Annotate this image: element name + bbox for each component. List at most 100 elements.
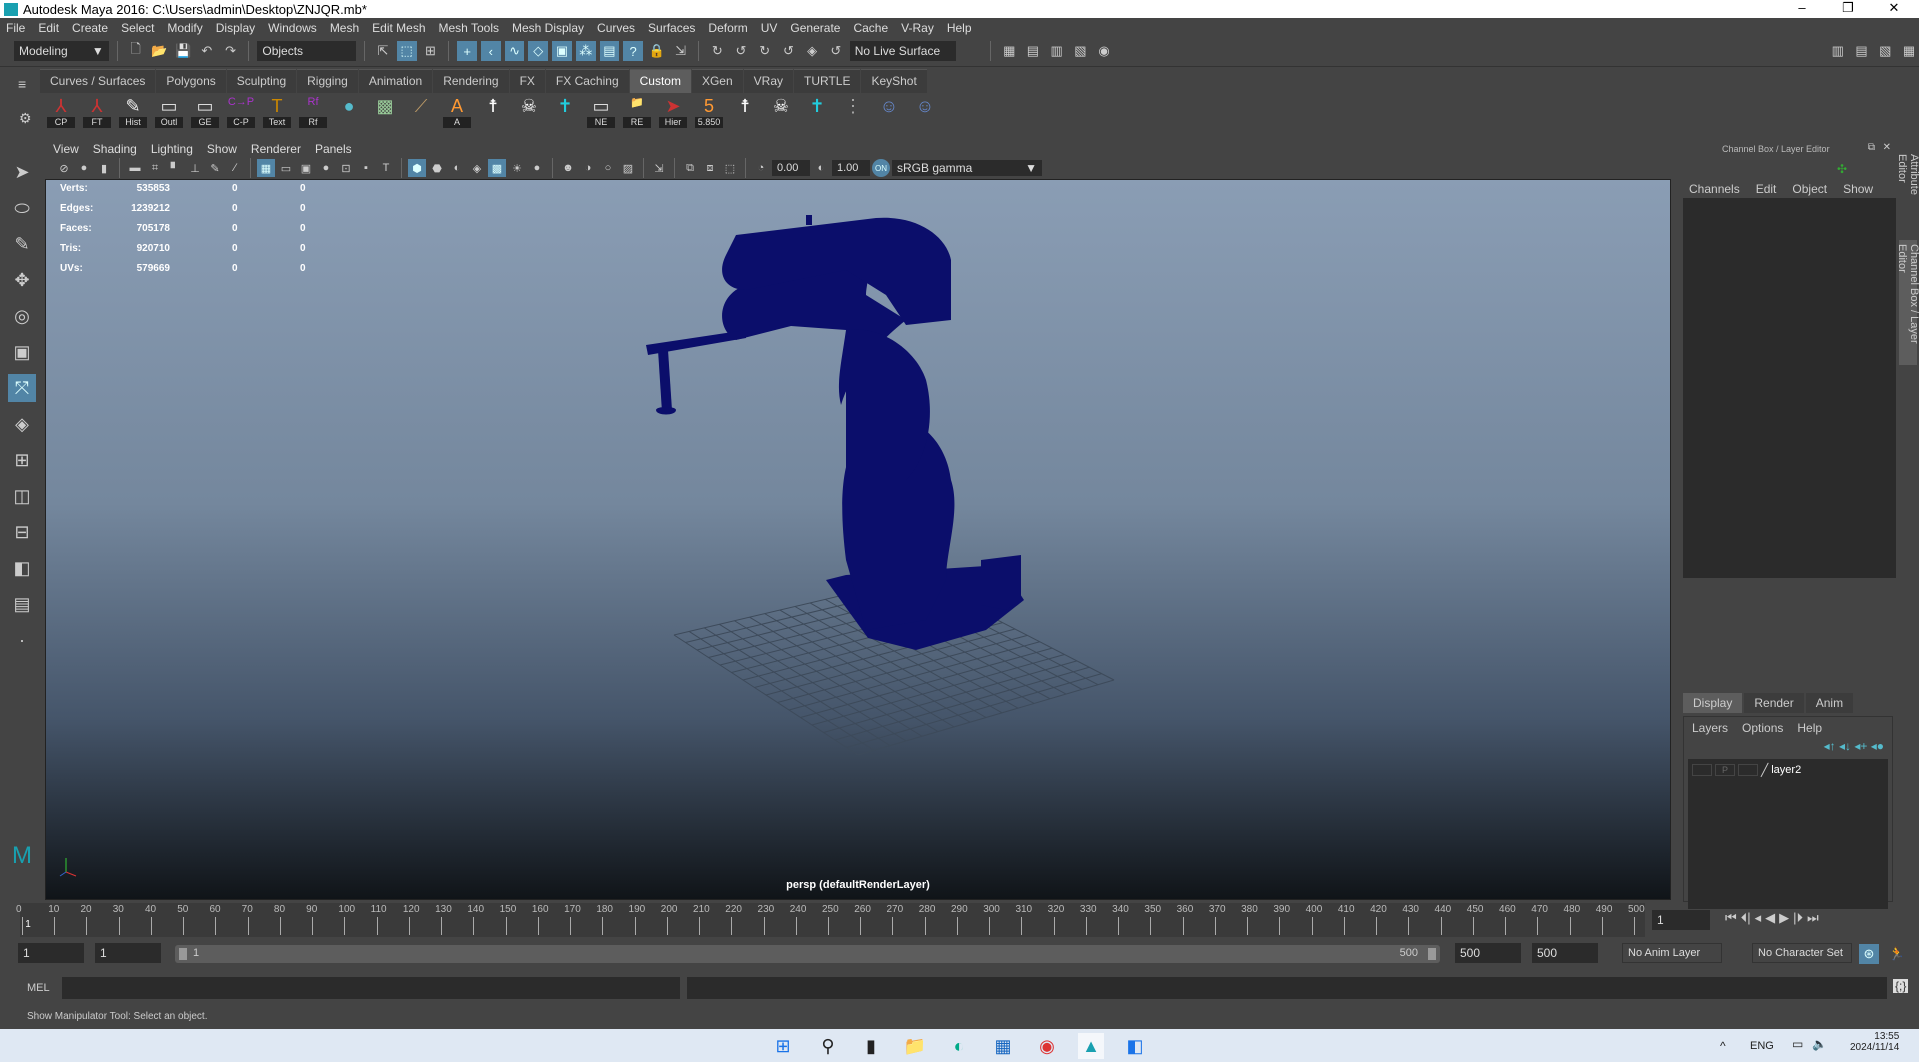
motion-blur-icon[interactable]: ◑ (579, 159, 597, 177)
gate-mask-icon[interactable]: ● (317, 159, 335, 177)
panel-menu-renderer[interactable]: Renderer (251, 142, 301, 156)
channel-menu-object[interactable]: Object (1792, 182, 1827, 196)
shelf-button-hist[interactable]: ✎ Hist (118, 96, 148, 128)
new-scene-icon[interactable]: 🗋 (126, 41, 146, 61)
default-material-icon[interactable]: ◐ (448, 159, 466, 177)
shelf-button-graph-icon[interactable]: ⋮ (838, 96, 868, 128)
range-end-handle[interactable] (1428, 948, 1436, 960)
layer-row[interactable]: P ╱ layer2 (1688, 759, 1888, 781)
toggle-attribute-editor-icon[interactable]: ▦ (1899, 41, 1919, 61)
play-forward-icon[interactable]: ▶ (1779, 910, 1789, 926)
mel-label[interactable]: MEL (27, 982, 50, 994)
layout-options-icon[interactable]: · (8, 626, 36, 654)
shelf-tab-rendering[interactable]: Rendering (433, 69, 509, 93)
step-back-key-icon[interactable]: ⏴| (1741, 910, 1751, 926)
menu-mesh[interactable]: Mesh (330, 21, 359, 35)
display-type-toggle[interactable] (1738, 764, 1758, 776)
time-slider[interactable]: 0 10 20 30 40 50 60 70 80 90 100 110 120 130 140 150 160… (16, 903, 1645, 937)
shelf-button-rf[interactable]: Rf Rf (298, 96, 328, 128)
current-frame-field[interactable] (1652, 910, 1710, 930)
toggle-channel-box-icon[interactable]: ▤ (1852, 41, 1872, 61)
attribute-editor-tab[interactable]: Attribute Editor (1896, 150, 1919, 230)
select-hierarchy-icon[interactable]: ⇱ (373, 41, 393, 61)
render-view-icon[interactable]: ▤ (599, 41, 620, 61)
start-time-field[interactable] (18, 943, 84, 963)
menu-mesh-display[interactable]: Mesh Display (512, 21, 584, 35)
layer-tab-render[interactable]: Render (1744, 693, 1804, 713)
depth-of-field-icon[interactable]: ▨ (619, 159, 637, 177)
close-panel-icon[interactable]: ✕ (1883, 142, 1891, 153)
shelf-button-hier[interactable]: ➤ Hier (658, 96, 688, 128)
grease-pencil-icon[interactable]: ✎ (206, 159, 224, 177)
two-d-pan-icon[interactable]: ⊥ (186, 159, 204, 177)
shelf-tab-curves-surfaces[interactable]: Curves / Surfaces (40, 69, 156, 93)
selection-mask-dropdown[interactable]: Objects (257, 41, 357, 61)
anim-layer-dropdown[interactable]: No Anim Layer (1622, 943, 1722, 963)
language-indicator[interactable]: ENG (1750, 1040, 1774, 1052)
tray-overflow-icon[interactable]: ^ (1720, 1039, 1726, 1053)
robot-end-effector[interactable] (656, 407, 676, 415)
playback-start-field[interactable] (95, 943, 161, 963)
render-settings-icon[interactable]: ▤ (1023, 41, 1043, 61)
menu-mesh-tools[interactable]: Mesh Tools (439, 21, 499, 35)
move-layer-up-icon[interactable]: ◂↑ (1824, 739, 1836, 753)
robot-connector[interactable] (806, 215, 812, 225)
shadows-icon[interactable]: ● (528, 159, 546, 177)
snap-curve-icon[interactable]: ‹ (480, 41, 501, 61)
menu-file[interactable]: File (6, 21, 25, 35)
save-scene-icon[interactable]: 💾 (173, 41, 193, 61)
shelf-button-skeleton-icon[interactable]: ☨ (478, 96, 508, 128)
menu-select[interactable]: Select (121, 21, 154, 35)
select-tool-icon[interactable]: ⇲ (671, 41, 691, 61)
film-gate-icon[interactable]: ▭ (277, 159, 295, 177)
snap-vertex-icon[interactable]: ⁂ (575, 41, 596, 61)
image-plane-icon[interactable]: ⌗ (146, 159, 164, 177)
shelf-button-cross-icon[interactable]: ✝ (550, 96, 580, 128)
character-set-dropdown[interactable]: No Character Set (1752, 943, 1852, 963)
step-back-frame-icon[interactable]: ◂ (1755, 910, 1762, 926)
persp-graph-layout-icon[interactable]: ◧ (8, 554, 36, 582)
go-to-end-icon[interactable]: ⏭ (1807, 910, 1819, 926)
current-frame-marker[interactable]: 1 (25, 919, 31, 930)
script-editor-icon[interactable]: {;} (1893, 979, 1909, 993)
robot-motor[interactable] (981, 555, 1021, 610)
restore-button[interactable]: ❐ (1828, 0, 1868, 18)
two-pane-layout-icon[interactable]: ◫ (8, 482, 36, 510)
shelf-button-ft[interactable]: ⅄ FT (82, 96, 112, 128)
new-layer-selected-icon[interactable]: ◂● (1871, 739, 1884, 753)
paint-select-tool-icon[interactable]: ✎ (8, 230, 36, 258)
menu-curves[interactable]: Curves (597, 21, 635, 35)
shelf-button-text[interactable]: T Text (262, 96, 292, 128)
shelf-tab-fx[interactable]: FX (509, 69, 545, 93)
snap-grid-icon[interactable]: + (457, 41, 477, 61)
undo-icon[interactable]: ↶ (197, 41, 217, 61)
input-ops-icon[interactable]: ↺ (731, 41, 751, 61)
menu-deform[interactable]: Deform (708, 21, 747, 35)
brush-icon[interactable]: ∕ (226, 159, 244, 177)
shelf-button-c-p[interactable]: C→P C-P (226, 96, 256, 128)
menu-help[interactable]: Help (947, 21, 972, 35)
playback-end-field[interactable] (1455, 943, 1521, 963)
auto-key-icon[interactable]: ⊛ (1859, 944, 1879, 964)
menu-uv[interactable]: UV (761, 21, 778, 35)
lock-icon[interactable]: 🔒 (647, 41, 667, 61)
color-space-dropdown[interactable]: sRGB gamma ▼ (892, 160, 1042, 176)
field-chart-icon[interactable]: ⊡ (337, 159, 355, 177)
playback-toggle[interactable]: P (1715, 764, 1735, 776)
wireframe-on-shaded-icon[interactable]: ◈ (468, 159, 486, 177)
menu-generate[interactable]: Generate (790, 21, 840, 35)
shelf-tab-sculpting[interactable]: Sculpting (226, 69, 297, 93)
shelf-button-5-850[interactable]: 5 5.850 (694, 96, 724, 128)
menu-v-ray[interactable]: V-Ray (901, 21, 934, 35)
panel-menu-shading[interactable]: Shading (93, 142, 137, 156)
toggle-modeling-toolkit-icon[interactable]: ▧ (1875, 41, 1895, 61)
shelf-button-skeleton-icon[interactable]: ☨ (730, 96, 760, 128)
maya-taskbar-icon[interactable]: ▲ (1078, 1033, 1104, 1059)
shelf-tab-keyshot[interactable]: KeyShot (861, 69, 927, 93)
layer-color-icon[interactable]: ╱ (1761, 763, 1768, 777)
open-scene-icon[interactable]: 📂 (150, 41, 170, 61)
shelf-button-skull-icon[interactable]: ☠ (766, 96, 796, 128)
shelf-settings-gear-icon[interactable]: ⚙ (19, 110, 32, 127)
live-icon[interactable]: ◈ (802, 41, 822, 61)
volume-icon[interactable]: 🔈 (1812, 1037, 1827, 1051)
